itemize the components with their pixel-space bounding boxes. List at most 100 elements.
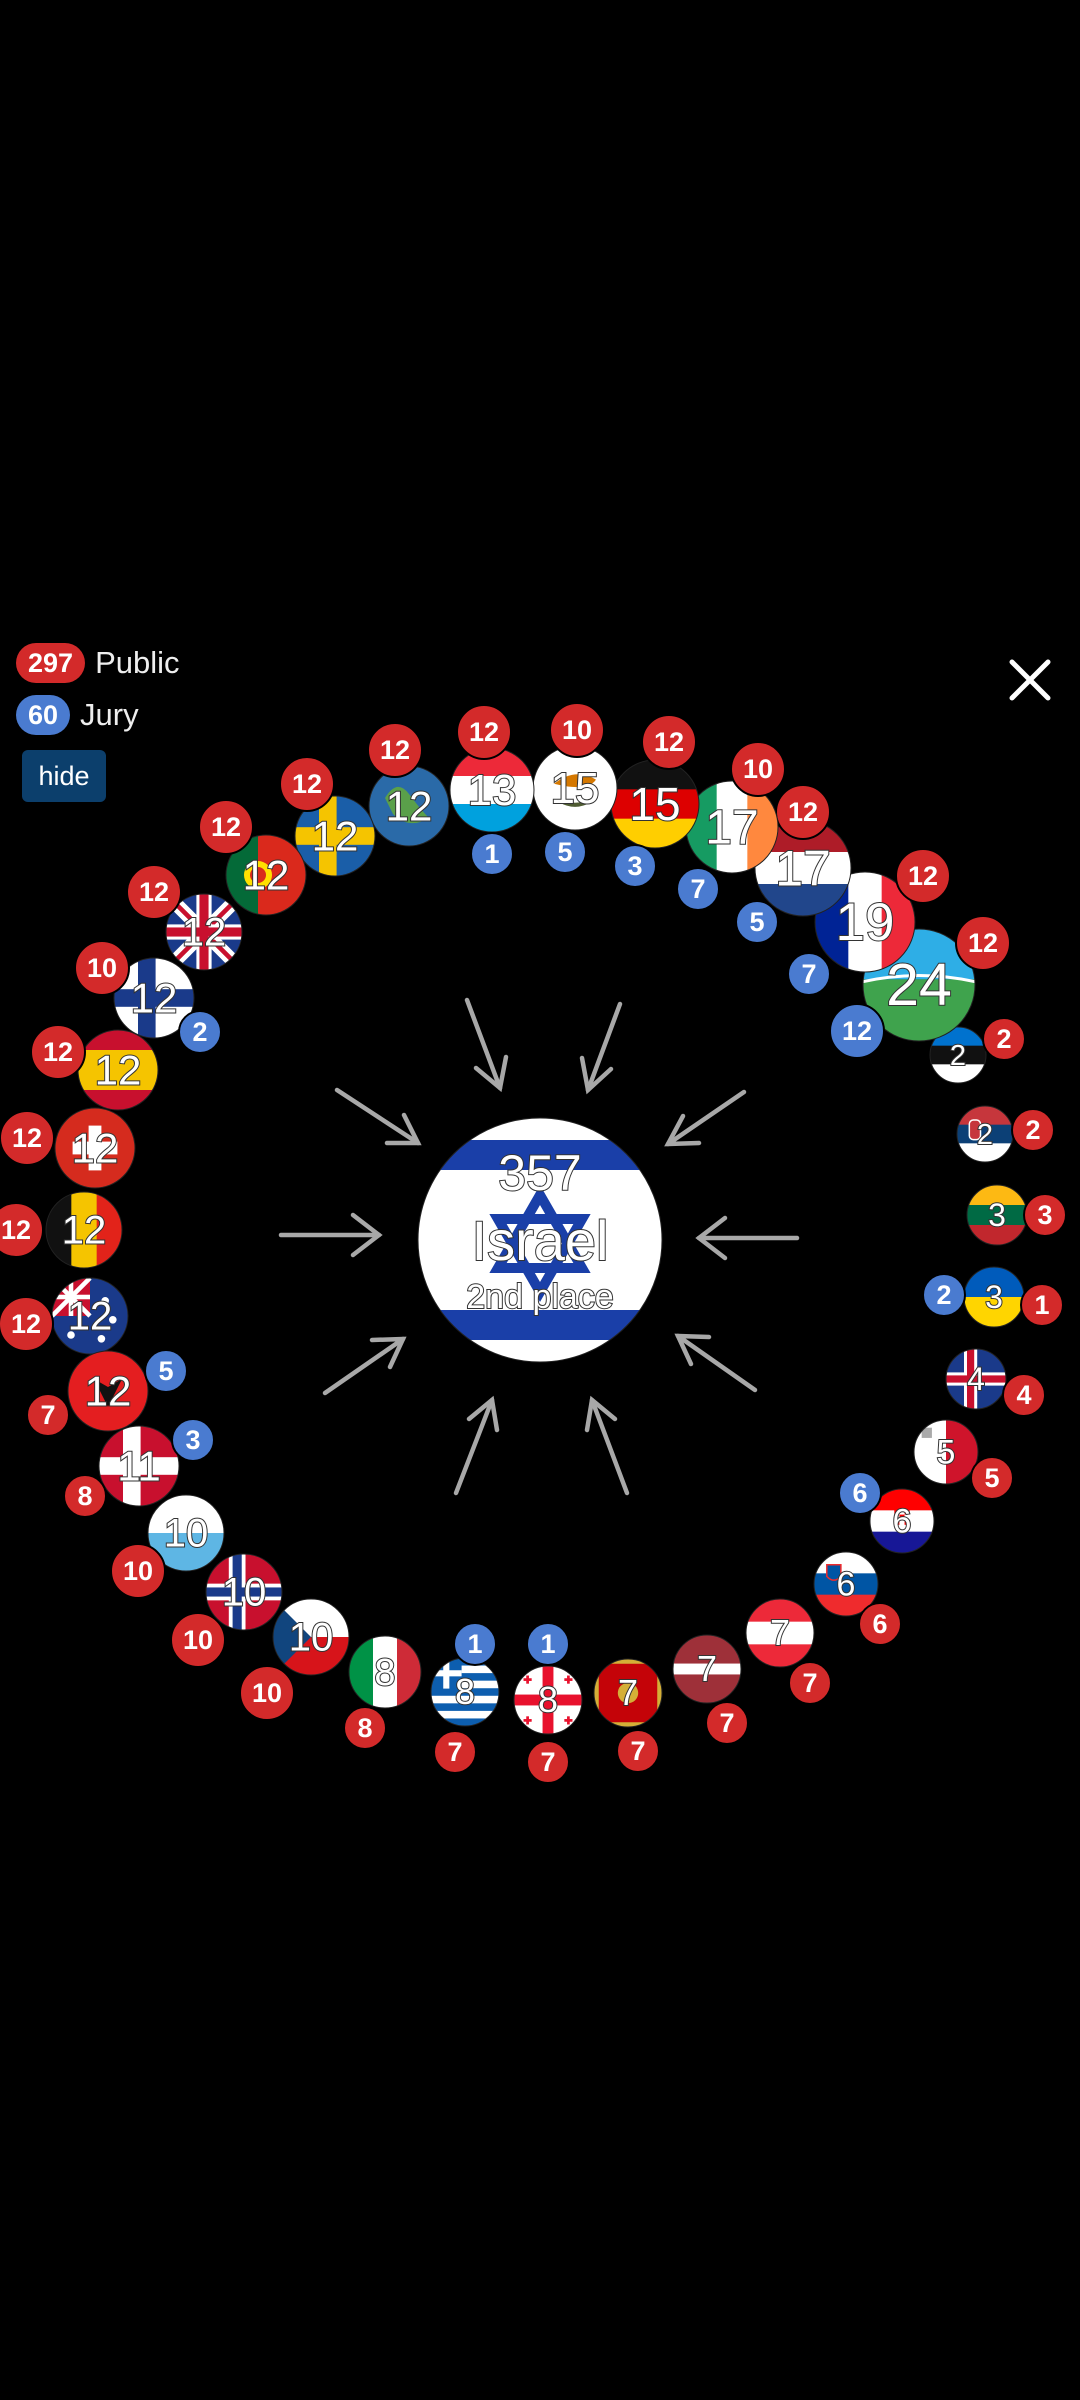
svg-text:10: 10 xyxy=(87,953,117,983)
svg-text:10: 10 xyxy=(743,754,773,784)
voter-lithuania: 33 xyxy=(966,1184,1067,1246)
voter-belgium: 12 12 xyxy=(0,1191,123,1269)
voter-australia: 12 12 xyxy=(0,1277,129,1355)
center-country: Israel xyxy=(472,1209,609,1272)
voter-rest-of-world: 12 12 xyxy=(367,722,450,847)
voter-total: 13 xyxy=(468,766,517,815)
svg-text:10: 10 xyxy=(123,1556,153,1586)
voter-total: 12 xyxy=(95,1046,142,1093)
results-ring: 357 Israel 2nd place 1212121021212121212… xyxy=(0,702,1067,1784)
voter-total: 15 xyxy=(629,778,680,830)
public-points-badge: 12 xyxy=(0,1202,44,1258)
public-points-badge: 10 xyxy=(239,1665,295,1721)
voter-total: 4 xyxy=(967,1361,985,1397)
voter-total: 10 xyxy=(289,1616,334,1660)
svg-text:8: 8 xyxy=(77,1481,92,1511)
center-points: 357 xyxy=(498,1145,581,1201)
jury-points-badge: 3 xyxy=(171,1418,215,1462)
svg-text:8: 8 xyxy=(357,1713,372,1743)
arrow-icon xyxy=(464,997,509,1093)
voter-total: 8 xyxy=(538,1679,558,1720)
voter-cyprus: 15 10 5 xyxy=(532,702,618,874)
public-points-badge: 7 xyxy=(616,1729,660,1773)
svg-text:12: 12 xyxy=(292,769,322,799)
voter-georgia: 8 7 1 xyxy=(513,1622,583,1784)
public-points-badge: 7 xyxy=(433,1730,477,1774)
voter-total: 15 xyxy=(551,764,600,813)
public-points-badge: 12 xyxy=(641,714,697,770)
svg-text:5: 5 xyxy=(557,837,572,867)
public-points-badge: 7 xyxy=(705,1701,749,1745)
voter-greece: 8 7 1 xyxy=(430,1622,500,1774)
public-points-badge: 10 xyxy=(170,1612,226,1668)
arrow-icon xyxy=(674,1333,758,1393)
public-points-badge: 10 xyxy=(74,940,130,996)
svg-text:12: 12 xyxy=(654,727,684,757)
jury-points-badge: 5 xyxy=(144,1349,188,1393)
voter-uk: 12 12 xyxy=(126,864,243,971)
svg-text:7: 7 xyxy=(802,1668,817,1698)
svg-text:2: 2 xyxy=(192,1017,207,1047)
svg-text:12: 12 xyxy=(968,928,998,958)
public-points-badge: 10 xyxy=(110,1543,166,1599)
svg-text:1: 1 xyxy=(484,839,499,869)
svg-text:10: 10 xyxy=(183,1625,213,1655)
voter-croatia: 66 xyxy=(838,1471,935,1554)
svg-text:4: 4 xyxy=(1016,1380,1031,1410)
svg-text:12: 12 xyxy=(788,797,818,827)
voter-total: 3 xyxy=(985,1279,1003,1315)
svg-text:3: 3 xyxy=(1037,1200,1052,1230)
voter-total: 11 xyxy=(117,1442,161,1489)
svg-text:12: 12 xyxy=(1,1215,31,1245)
svg-text:5: 5 xyxy=(984,1463,999,1493)
public-points-badge: 10 xyxy=(730,741,786,797)
public-points-badge: 2 xyxy=(982,1017,1026,1061)
svg-text:3: 3 xyxy=(627,851,642,881)
voter-albania: 12 7 5 xyxy=(26,1349,188,1437)
jury-points-badge: 2 xyxy=(178,1010,222,1054)
svg-text:12: 12 xyxy=(380,735,410,765)
public-points-badge: 12 xyxy=(30,1024,86,1080)
voter-total: 12 xyxy=(312,812,359,859)
voter-total: 8 xyxy=(374,1652,395,1694)
voter-total: 17 xyxy=(775,840,831,896)
public-points-badge: 7 xyxy=(788,1661,832,1705)
svg-text:7: 7 xyxy=(40,1400,55,1430)
public-points-badge: 7 xyxy=(526,1740,570,1784)
voter-italy: 88 xyxy=(343,1635,422,1750)
jury-points-badge: 7 xyxy=(787,952,831,996)
voter-total: 12 xyxy=(62,1209,107,1253)
voter-slovenia: 66 xyxy=(813,1551,902,1646)
svg-text:6: 6 xyxy=(872,1609,887,1639)
voter-latvia: 77 xyxy=(672,1634,749,1745)
svg-text:12: 12 xyxy=(12,1123,42,1153)
voter-total: 2 xyxy=(977,1119,993,1151)
voter-luxembourg: 13 12 1 xyxy=(449,704,535,876)
public-points-badge: 12 xyxy=(955,915,1011,971)
public-points-badge: 12 xyxy=(279,756,335,812)
public-points-badge: 1 xyxy=(1020,1283,1064,1327)
voter-total: 10 xyxy=(222,1571,267,1615)
svg-text:10: 10 xyxy=(252,1678,282,1708)
center-place: 2nd place xyxy=(466,1278,613,1316)
svg-text:3: 3 xyxy=(185,1425,200,1455)
public-points-badge: 12 xyxy=(456,704,512,760)
voter-spain: 12 12 xyxy=(30,1024,159,1111)
jury-points-badge: 2 xyxy=(922,1273,966,1317)
voter-total: 6 xyxy=(893,1503,912,1541)
svg-text:12: 12 xyxy=(469,717,499,747)
voter-total: 2 xyxy=(950,1040,966,1072)
jury-points-badge: 5 xyxy=(735,900,779,944)
jury-points-badge: 1 xyxy=(526,1622,570,1666)
svg-text:12: 12 xyxy=(43,1037,73,1067)
jury-points-badge: 5 xyxy=(543,830,587,874)
svg-text:1: 1 xyxy=(467,1629,482,1659)
voter-montenegro: 77 xyxy=(593,1658,663,1773)
public-points-badge: 8 xyxy=(343,1706,387,1750)
svg-text:7: 7 xyxy=(719,1708,734,1738)
jury-points-badge: 7 xyxy=(676,867,720,911)
voter-total: 24 xyxy=(886,952,952,1018)
voter-total: 12 xyxy=(72,1124,119,1171)
svg-text:2: 2 xyxy=(936,1280,951,1310)
svg-text:5: 5 xyxy=(749,907,764,937)
